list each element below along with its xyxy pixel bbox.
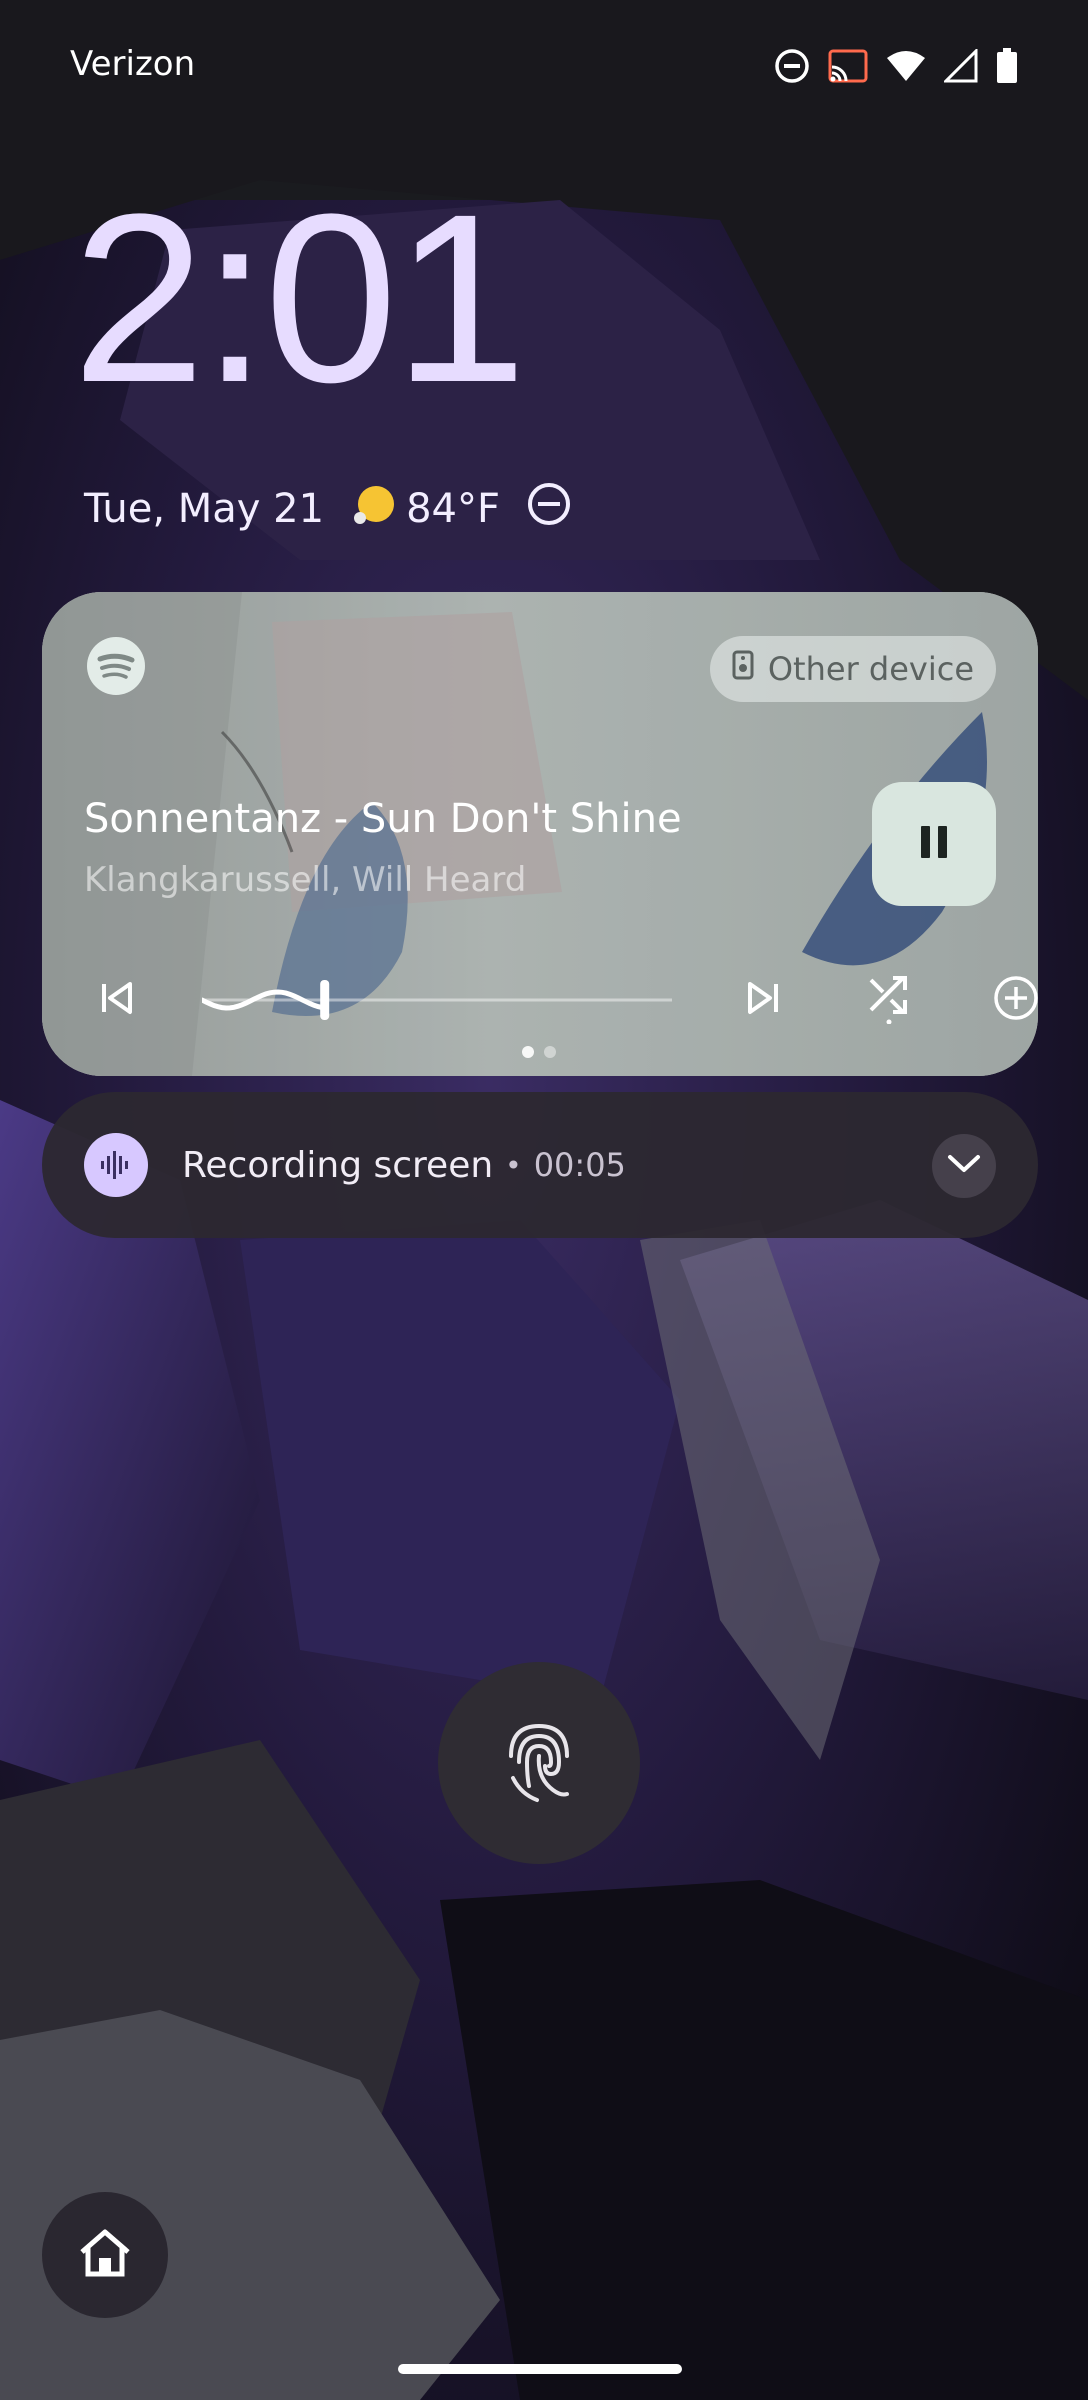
home-icon (77, 2228, 133, 2282)
sound-wave-icon (84, 1133, 148, 1197)
speaker-icon (732, 650, 754, 688)
fingerprint-icon (501, 1716, 577, 1810)
seek-bar[interactable] (202, 970, 672, 1030)
seek-thumb (320, 980, 330, 1020)
track-title: Sonnentanz - Sun Don't Shine (84, 796, 682, 842)
add-icon (993, 975, 1038, 1025)
cast-icon (828, 49, 868, 83)
lockscreen-clock: 2:01 (72, 164, 527, 432)
previous-button[interactable] (86, 970, 146, 1030)
previous-icon (96, 978, 136, 1022)
navigation-handle[interactable] (398, 2364, 682, 2374)
temperature-label: 84°F (406, 486, 500, 532)
do-not-disturb-icon (526, 481, 572, 537)
page-dot (544, 1046, 556, 1058)
output-device-label: Other device (767, 650, 974, 688)
home-controls-button[interactable] (42, 2192, 168, 2318)
cell-signal-icon (944, 49, 978, 83)
add-button[interactable] (986, 970, 1038, 1030)
do-not-disturb-icon (774, 48, 810, 84)
carrier-label: Verizon (70, 44, 196, 84)
spotify-icon[interactable] (86, 636, 146, 696)
page-dot (522, 1046, 534, 1058)
chevron-down-icon (947, 1154, 981, 1178)
pause-icon (914, 822, 954, 866)
expand-notification-button[interactable] (932, 1134, 996, 1198)
output-device-chip[interactable]: Other device (709, 636, 996, 702)
notification-title: Recording screen (182, 1144, 494, 1186)
media-page-indicator (522, 1046, 556, 1058)
next-icon (744, 978, 784, 1022)
recording-elapsed-time: 00:05 (533, 1146, 626, 1184)
status-icons (774, 44, 1018, 88)
sun-icon (350, 480, 398, 538)
media-player-card[interactable]: Other device Sonnentanz - Sun Don't Shin… (42, 592, 1038, 1076)
date-label: Tue, May 21 (84, 486, 325, 532)
shuffle-button[interactable] (860, 970, 920, 1030)
track-artist: Klangkarussell, Will Heard (84, 860, 527, 900)
shuffle-icon (867, 972, 913, 1028)
wifi-icon (886, 50, 926, 82)
battery-icon (996, 48, 1018, 84)
date-weather-row: Tue, May 21 84°F (84, 480, 572, 538)
fingerprint-sensor[interactable] (438, 1662, 640, 1864)
media-controls (42, 970, 1038, 1030)
pause-button[interactable] (872, 782, 996, 906)
screen-recording-notification[interactable]: Recording screen • 00:05 (42, 1092, 1038, 1238)
next-button[interactable] (734, 970, 794, 1030)
separator-dot: • (505, 1148, 522, 1182)
